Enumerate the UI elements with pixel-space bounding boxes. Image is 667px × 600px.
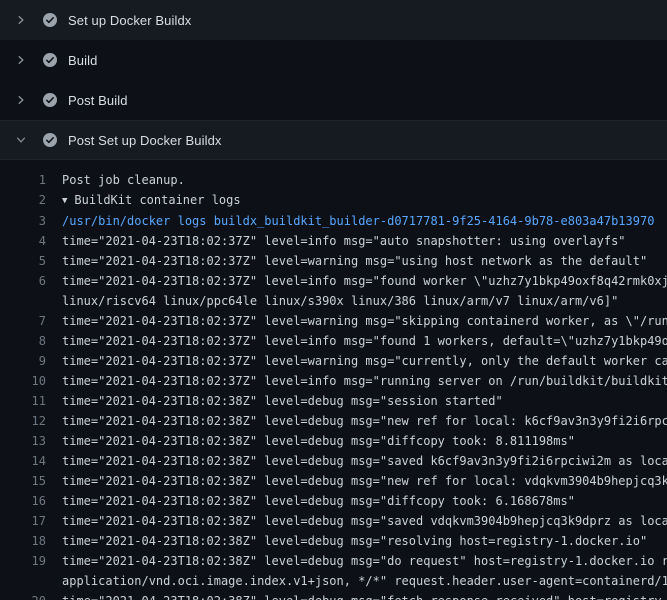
line-number[interactable]: 4 <box>0 231 46 251</box>
log-text: Post job cleanup. <box>62 170 667 190</box>
log-text: time="2021-04-23T18:02:38Z" level=debug … <box>62 591 667 600</box>
check-circle-icon <box>42 92 58 108</box>
line-number[interactable]: 14 <box>0 451 46 471</box>
step-section-post-set-up-docker-buildx[interactable]: Post Set up Docker Buildx <box>0 120 667 160</box>
check-circle-icon <box>42 12 58 28</box>
step-section-label: Post Set up Docker Buildx <box>68 133 222 148</box>
line-number[interactable]: 8 <box>0 331 46 351</box>
line-number[interactable]: 9 <box>0 351 46 371</box>
line-number[interactable]: 3 <box>0 211 46 231</box>
log-line: 14 time="2021-04-23T18:02:38Z" level=debu… <box>0 451 667 471</box>
log-text: time="2021-04-23T18:02:38Z" level=debug … <box>62 531 667 551</box>
log-text: time="2021-04-23T18:02:38Z" level=debug … <box>62 551 667 591</box>
step-section-build[interactable]: Build <box>0 40 667 80</box>
line-number[interactable]: 7 <box>0 311 46 331</box>
log-text: time="2021-04-23T18:02:38Z" level=debug … <box>62 431 667 451</box>
chevron-right-icon <box>14 53 28 67</box>
group-caret-down-icon: ▼ <box>62 191 67 211</box>
log-line: 16 time="2021-04-23T18:02:38Z" level=debu… <box>0 491 667 511</box>
log-line: 6 time="2021-04-23T18:02:37Z" level=info … <box>0 271 667 311</box>
step-section-label: Post Build <box>68 93 128 108</box>
log-group-label: BuildKit container logs <box>74 193 240 207</box>
log-text: time="2021-04-23T18:02:37Z" level=info m… <box>62 371 667 391</box>
log-group-toggle[interactable]: ▼ BuildKit container logs <box>62 190 667 211</box>
log-lines: 1 Post job cleanup. 2 ▼ BuildKit container l… <box>0 160 667 600</box>
log-text: time="2021-04-23T18:02:38Z" level=debug … <box>62 491 667 511</box>
check-circle-icon <box>42 132 58 148</box>
line-number[interactable]: 11 <box>0 391 46 411</box>
chevron-down-icon <box>14 133 28 147</box>
log-line: 1 Post job cleanup. <box>0 170 667 190</box>
line-number[interactable]: 13 <box>0 431 46 451</box>
line-number[interactable]: 2 <box>0 190 46 210</box>
log-text: time="2021-04-23T18:02:38Z" level=debug … <box>62 511 667 531</box>
log-text: time="2021-04-23T18:02:37Z" level=info m… <box>62 331 667 351</box>
step-section-label: Set up Docker Buildx <box>68 13 191 28</box>
log-text: time="2021-04-23T18:02:37Z" level=info m… <box>62 271 667 311</box>
line-number[interactable]: 17 <box>0 511 46 531</box>
line-number[interactable]: 20 <box>0 591 46 600</box>
log-line: 13 time="2021-04-23T18:02:38Z" level=debu… <box>0 431 667 451</box>
log-line: 18 time="2021-04-23T18:02:38Z" level=debu… <box>0 531 667 551</box>
chevron-right-icon <box>14 93 28 107</box>
log-line: 5 time="2021-04-23T18:02:37Z" level=warni… <box>0 251 667 271</box>
log-line: 19 time="2021-04-23T18:02:38Z" level=debu… <box>0 551 667 591</box>
log-line: 4 time="2021-04-23T18:02:37Z" level=info … <box>0 231 667 251</box>
log-text: time="2021-04-23T18:02:37Z" level=warnin… <box>62 251 667 271</box>
log-line: 20 time="2021-04-23T18:02:38Z" level=debu… <box>0 591 667 600</box>
chevron-right-icon <box>14 13 28 27</box>
log-line: 17 time="2021-04-23T18:02:38Z" level=debu… <box>0 511 667 531</box>
line-number[interactable]: 19 <box>0 551 46 571</box>
log-line: 7 time="2021-04-23T18:02:37Z" level=warni… <box>0 311 667 331</box>
log-line: 10 time="2021-04-23T18:02:37Z" level=info… <box>0 371 667 391</box>
log-line: 8 time="2021-04-23T18:02:37Z" level=info … <box>0 331 667 351</box>
log-line: 15 time="2021-04-23T18:02:38Z" level=debu… <box>0 471 667 491</box>
step-sections: Set up Docker Buildx Build Post Build Post … <box>0 0 667 160</box>
step-section-label: Build <box>68 53 97 68</box>
log-line: 11 time="2021-04-23T18:02:38Z" level=debu… <box>0 391 667 411</box>
log-text: time="2021-04-23T18:02:38Z" level=debug … <box>62 451 667 471</box>
line-number[interactable]: 6 <box>0 271 46 291</box>
log-line: 2 ▼ BuildKit container logs <box>0 190 667 211</box>
line-number[interactable]: 5 <box>0 251 46 271</box>
log-text: time="2021-04-23T18:02:37Z" level=warnin… <box>62 311 667 331</box>
line-number[interactable]: 12 <box>0 411 46 431</box>
log-line: 3/usr/bin/docker logs buildx_buildkit_bu… <box>0 211 667 231</box>
log-line: 12 time="2021-04-23T18:02:38Z" level=debu… <box>0 411 667 431</box>
step-section-set-up-docker-buildx[interactable]: Set up Docker Buildx <box>0 0 667 40</box>
line-number[interactable]: 10 <box>0 371 46 391</box>
line-number[interactable]: 18 <box>0 531 46 551</box>
log-text: time="2021-04-23T18:02:38Z" level=debug … <box>62 411 667 431</box>
log-command-text: /usr/bin/docker logs buildx_buildkit_bui… <box>62 211 667 231</box>
log-text: time="2021-04-23T18:02:37Z" level=warnin… <box>62 351 667 371</box>
actions-log-viewer: { "colors": { "background": "#0d1117", "… <box>0 0 667 600</box>
line-number[interactable]: 1 <box>0 170 46 190</box>
log-text: time="2021-04-23T18:02:38Z" level=debug … <box>62 471 667 491</box>
line-number[interactable]: 15 <box>0 471 46 491</box>
log-text: time="2021-04-23T18:02:38Z" level=debug … <box>62 391 667 411</box>
log-text: time="2021-04-23T18:02:37Z" level=info m… <box>62 231 667 251</box>
step-section-post-build[interactable]: Post Build <box>0 80 667 120</box>
line-number[interactable]: 16 <box>0 491 46 511</box>
log-line: 9 time="2021-04-23T18:02:37Z" level=warni… <box>0 351 667 371</box>
check-circle-icon <box>42 52 58 68</box>
